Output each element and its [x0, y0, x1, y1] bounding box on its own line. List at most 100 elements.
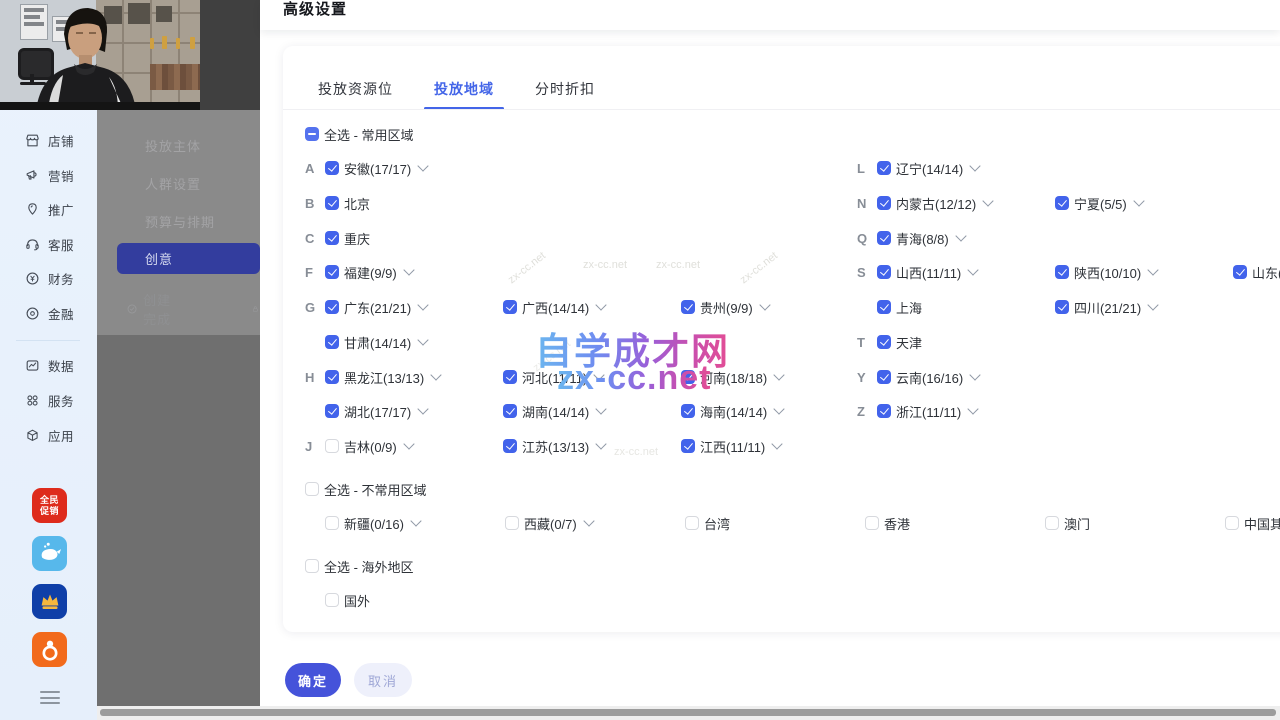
checkbox-checked-icon[interactable] [877, 300, 891, 314]
region-item[interactable]: 安徽(17/17) [325, 159, 503, 178]
region-item[interactable]: 台湾 [685, 514, 865, 533]
region-item[interactable]: 四川(21/21) [1055, 298, 1233, 317]
region-item[interactable]: 河南(18/18) [681, 368, 859, 387]
region-item[interactable]: 湖南(14/14) [503, 402, 681, 421]
chevron-down-icon[interactable] [594, 369, 605, 380]
checkbox-checked-icon[interactable] [1233, 265, 1247, 279]
cancel-button[interactable]: 取消 [354, 663, 412, 697]
region-item[interactable]: 辽宁(14/14) [877, 159, 1055, 178]
chevron-down-icon[interactable] [418, 334, 429, 345]
horizontal-scrollbar-track[interactable] [97, 706, 1280, 720]
checkbox-checked-icon[interactable] [325, 370, 339, 384]
chevron-down-icon[interactable] [1148, 299, 1159, 310]
sidebar-item-data[interactable]: 数据 [24, 355, 74, 375]
sidebar-item-shop[interactable]: 店铺 [24, 130, 74, 150]
region-item[interactable]: 福建(9/9) [325, 263, 503, 282]
checkbox-unchecked-icon[interactable] [325, 593, 339, 607]
step-subject[interactable]: 投放主体 [145, 136, 201, 155]
region-item[interactable]: 上海 [877, 298, 1055, 317]
app-whale[interactable] [32, 536, 67, 571]
checkbox-checked-icon[interactable] [503, 404, 517, 418]
checkbox-unchecked-icon[interactable] [305, 482, 319, 496]
region-item[interactable]: 西藏(0/7) [505, 514, 685, 533]
region-item[interactable]: 浙江(11/11) [877, 402, 1055, 421]
select-all-overseas-item[interactable]: 全选 - 海外地区 [305, 557, 414, 576]
chevron-down-icon[interactable] [968, 403, 979, 414]
checkbox-unchecked-icon[interactable] [325, 516, 339, 530]
sidebar-item-services[interactable]: 服务 [24, 390, 74, 410]
checkbox-unchecked-icon[interactable] [685, 516, 699, 530]
checkbox-checked-icon[interactable] [325, 300, 339, 314]
checkbox-checked-icon[interactable] [681, 370, 695, 384]
chevron-down-icon[interactable] [983, 195, 994, 206]
chevron-down-icon[interactable] [583, 515, 594, 526]
chevron-down-icon[interactable] [596, 438, 607, 449]
sidebar-item-apps[interactable]: 应用 [24, 425, 74, 445]
region-item[interactable]: 青海(8/8) [877, 229, 1055, 248]
checkbox-checked-icon[interactable] [325, 231, 339, 245]
region-item[interactable]: 新疆(0/16) [325, 514, 505, 533]
checkbox-checked-icon[interactable] [877, 370, 891, 384]
select-all-uncommon[interactable]: 全选 - 不常用区域 [305, 479, 427, 499]
region-item[interactable]: 山西(11/11) [877, 263, 1055, 282]
chevron-down-icon[interactable] [596, 299, 607, 310]
app-crown[interactable] [32, 584, 67, 619]
select-all-overseas[interactable]: 全选 - 海外地区 [305, 556, 414, 576]
chevron-down-icon[interactable] [774, 369, 785, 380]
step-budget[interactable]: 预算与排期 [145, 212, 215, 231]
region-item[interactable]: 吉林(0/9) [325, 437, 503, 456]
checkbox-checked-icon[interactable] [1055, 265, 1069, 279]
region-item[interactable]: 陕西(10/10) [1055, 263, 1233, 282]
region-item[interactable]: 湖北(17/17) [325, 402, 503, 421]
region-item[interactable]: 天津 [877, 333, 1055, 352]
sidebar-item-promotion[interactable]: 推广 [24, 199, 74, 219]
region-item[interactable]: 江苏(13/13) [503, 437, 681, 456]
checkbox-unchecked-icon[interactable] [1045, 516, 1059, 530]
chevron-down-icon[interactable] [403, 438, 414, 449]
sidebar-item-marketing[interactable]: 营销 [24, 165, 74, 185]
sidebar-item-financial[interactable]: 金融 [24, 303, 74, 323]
checkbox-checked-icon[interactable] [681, 404, 695, 418]
chevron-down-icon[interactable] [968, 264, 979, 275]
app-quanmin-cuxiao[interactable]: 全民 促销 [32, 488, 67, 523]
region-item[interactable]: 国外 [325, 591, 503, 610]
checkbox-checked-icon[interactable] [877, 335, 891, 349]
chevron-down-icon[interactable] [759, 299, 770, 310]
sidebar-item-finance[interactable]: 财务 [24, 268, 74, 288]
region-item[interactable]: 香港 [865, 514, 1045, 533]
region-item[interactable]: 贵州(9/9) [681, 298, 859, 317]
checkbox-checked-icon[interactable] [325, 265, 339, 279]
checkbox-unchecked-icon[interactable] [325, 439, 339, 453]
chevron-down-icon[interactable] [410, 515, 421, 526]
chevron-down-icon[interactable] [403, 264, 414, 275]
region-item[interactable]: 广西(14/14) [503, 298, 681, 317]
webcam-video[interactable] [0, 0, 200, 110]
region-item[interactable]: 澳门 [1045, 514, 1225, 533]
checkbox-unchecked-icon[interactable] [505, 516, 519, 530]
region-item[interactable]: 河北(11/11) [503, 368, 681, 387]
confirm-button[interactable]: 确定 [285, 663, 341, 697]
checkbox-checked-icon[interactable] [1055, 300, 1069, 314]
select-all-common[interactable]: 全选 - 常用区域 [305, 124, 414, 144]
chevron-down-icon[interactable] [418, 403, 429, 414]
tab-time-discount[interactable]: 分时折扣 [533, 68, 597, 110]
checkbox-unchecked-icon[interactable] [1225, 516, 1239, 530]
chevron-down-icon[interactable] [774, 403, 785, 414]
checkbox-checked-icon[interactable] [325, 196, 339, 210]
chevron-down-icon[interactable] [1148, 264, 1159, 275]
region-item[interactable]: 宁夏(5/5) [1055, 194, 1233, 213]
region-item[interactable]: 广东(21/21) [325, 298, 503, 317]
app-person[interactable] [32, 632, 67, 667]
step-creative-active[interactable]: 创意 [117, 243, 260, 274]
chevron-down-icon[interactable] [955, 230, 966, 241]
checkbox-checked-icon[interactable] [325, 161, 339, 175]
checkbox-checked-icon[interactable] [877, 161, 891, 175]
checkbox-unchecked-icon[interactable] [305, 559, 319, 573]
checkbox-indeterminate-icon[interactable] [305, 127, 319, 141]
checkbox-checked-icon[interactable] [503, 300, 517, 314]
tab-resource-slots[interactable]: 投放资源位 [316, 68, 395, 110]
checkbox-checked-icon[interactable] [325, 335, 339, 349]
select-all-common-item[interactable]: 全选 - 常用区域 [305, 125, 414, 144]
checkbox-checked-icon[interactable] [681, 439, 695, 453]
chevron-down-icon[interactable] [418, 160, 429, 171]
